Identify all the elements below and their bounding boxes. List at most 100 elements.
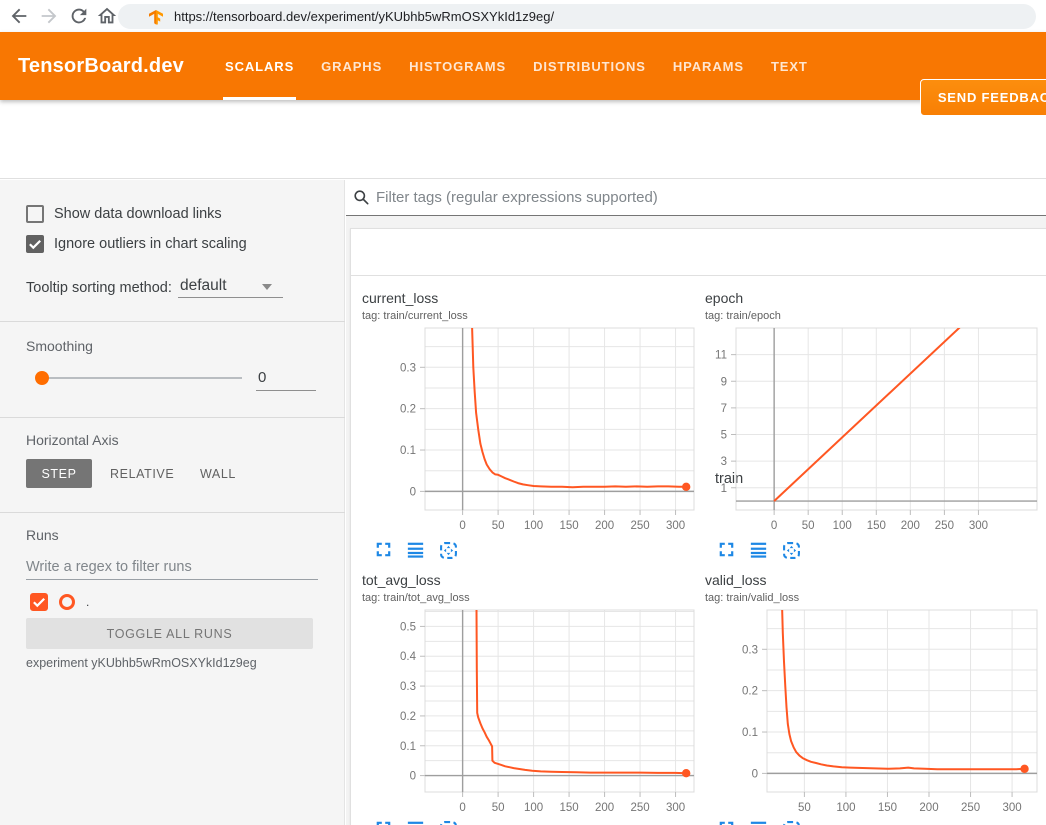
svg-text:200: 200 — [595, 802, 614, 814]
ignore-outliers-checkbox[interactable]: Ignore outliers in chart scaling — [26, 235, 247, 253]
send-feedback-button[interactable]: SEND FEEDBACK — [920, 79, 1046, 116]
tab-scalars[interactable]: SCALARS — [225, 32, 294, 100]
run-checkbox-icon[interactable] — [30, 593, 48, 611]
svg-text:0.4: 0.4 — [400, 651, 417, 663]
log-scale-icon[interactable] — [407, 541, 424, 560]
runs-label: Runs — [26, 527, 59, 543]
svg-text:0: 0 — [410, 486, 416, 498]
fullscreen-expand-icon[interactable] — [375, 820, 392, 825]
axis-wall-button[interactable]: WALL — [200, 467, 236, 481]
tooltip-sorting-select[interactable]: default — [180, 277, 227, 295]
log-scale-icon[interactable] — [750, 541, 767, 560]
chart-card: current_loss tag: train/current_loss 050… — [362, 290, 700, 538]
divider — [0, 512, 345, 513]
tooltip-sorting-label: Tooltip sorting method: — [26, 280, 172, 296]
divider — [0, 417, 345, 418]
chart-title: current_loss — [362, 290, 700, 306]
svg-text:0.3: 0.3 — [742, 644, 758, 656]
input-underline — [26, 579, 318, 580]
svg-text:250: 250 — [630, 802, 649, 814]
fit-domain-icon[interactable] — [439, 541, 458, 560]
tab-text[interactable]: TEXT — [771, 32, 808, 100]
log-scale-icon[interactable] — [750, 820, 767, 825]
chart-tag: tag: train/tot_avg_loss — [362, 592, 700, 604]
svg-text:200: 200 — [901, 520, 920, 532]
svg-text:0.1: 0.1 — [742, 727, 758, 739]
chart-title: epoch — [705, 290, 1043, 306]
tab-histograms[interactable]: HISTOGRAMS — [409, 32, 506, 100]
reload-icon[interactable] — [68, 5, 90, 27]
svg-text:200: 200 — [919, 802, 938, 814]
svg-text:150: 150 — [559, 802, 578, 814]
axis-relative-button[interactable]: RELATIVE — [110, 467, 174, 481]
tab-graphs[interactable]: GRAPHS — [321, 32, 382, 100]
chart-toolbar — [375, 820, 458, 825]
chart-toolbar — [375, 541, 458, 560]
svg-text:50: 50 — [802, 520, 815, 532]
fit-domain-icon[interactable] — [782, 820, 801, 825]
fullscreen-expand-icon[interactable] — [718, 541, 735, 560]
train-section-header[interactable]: train — [350, 228, 1046, 276]
url-text: https://tensorboard.dev/experiment/yKUbh… — [174, 9, 554, 24]
svg-text:7: 7 — [721, 403, 727, 415]
svg-text:300: 300 — [666, 802, 685, 814]
axis-step-button[interactable]: STEP — [26, 459, 92, 488]
log-scale-icon[interactable] — [407, 820, 424, 825]
svg-text:100: 100 — [836, 802, 855, 814]
forward-arrow-icon[interactable] — [38, 5, 60, 27]
chart-tag: tag: train/valid_loss — [705, 592, 1043, 604]
address-bar[interactable]: https://tensorboard.dev/experiment/yKUbh… — [118, 4, 1036, 29]
fullscreen-expand-icon[interactable] — [718, 820, 735, 825]
run-row[interactable]: . — [30, 593, 89, 611]
svg-text:0.1: 0.1 — [400, 445, 416, 457]
smoothing-slider-thumb[interactable] — [35, 371, 49, 385]
svg-text:0.2: 0.2 — [742, 686, 758, 698]
svg-text:100: 100 — [524, 802, 543, 814]
toggle-all-runs-button[interactable]: TOGGLE ALL RUNS — [26, 618, 313, 649]
svg-text:5: 5 — [721, 430, 727, 442]
smoothing-slider-track[interactable] — [38, 377, 242, 379]
chart-card: valid_loss tag: train/valid_loss 5010015… — [705, 572, 1043, 820]
svg-text:200: 200 — [595, 520, 614, 532]
scalar-line-chart[interactable]: 05010015020025030000.10.20.3 — [362, 326, 700, 538]
svg-text:0.2: 0.2 — [400, 404, 416, 416]
smoothing-value-input[interactable]: 0 — [258, 369, 266, 386]
show-download-links-checkbox[interactable]: Show data download links — [26, 205, 222, 223]
svg-text:0.3: 0.3 — [400, 362, 416, 374]
divider — [0, 321, 345, 322]
checkbox-icon[interactable] — [26, 235, 44, 253]
input-underline — [256, 390, 316, 391]
scalar-line-chart[interactable]: 05010015020025030000.10.20.30.40.5 — [362, 608, 700, 820]
home-icon[interactable] — [96, 5, 118, 27]
svg-text:11: 11 — [715, 350, 727, 362]
tab-hparams[interactable]: HPARAMS — [673, 32, 744, 100]
settings-sidebar: Show data download links Ignore outliers… — [0, 180, 345, 825]
app-header: TensorBoard.dev SCALARS GRAPHS HISTOGRAM… — [0, 32, 1046, 100]
tag-filter-input[interactable]: Filter tags (regular expressions support… — [376, 189, 658, 206]
checkbox-icon[interactable] — [26, 205, 44, 223]
back-arrow-icon[interactable] — [8, 5, 30, 27]
chart-title: valid_loss — [705, 572, 1043, 588]
tab-distributions[interactable]: DISTRIBUTIONS — [533, 32, 646, 100]
svg-text:50: 50 — [492, 520, 505, 532]
horizontal-axis-label: Horizontal Axis — [26, 432, 119, 448]
svg-text:0.1: 0.1 — [400, 741, 416, 753]
scalar-line-chart[interactable]: 5010015020025030000.10.20.3 — [705, 608, 1043, 820]
svg-text:0: 0 — [410, 771, 416, 783]
svg-text:250: 250 — [630, 520, 649, 532]
svg-text:250: 250 — [935, 520, 954, 532]
fit-domain-icon[interactable] — [782, 541, 801, 560]
fit-domain-icon[interactable] — [439, 820, 458, 825]
experiment-title-bar: TDNN training for yesno with icefall — [0, 100, 1046, 179]
chart-toolbar — [718, 820, 801, 825]
svg-text:0.5: 0.5 — [400, 621, 416, 633]
experiment-id-text: experiment yKUbhb5wRmOSXYkId1z9eg — [26, 656, 257, 670]
svg-text:9: 9 — [721, 376, 727, 388]
chevron-down-icon[interactable] — [262, 284, 272, 290]
scalar-line-chart[interactable]: 0501001502002503001357911 — [705, 326, 1043, 538]
svg-text:0: 0 — [752, 768, 758, 780]
run-regex-input[interactable]: Write a regex to filter runs — [26, 559, 192, 575]
chart-tag: tag: train/epoch — [705, 310, 1043, 322]
svg-text:50: 50 — [492, 802, 505, 814]
fullscreen-expand-icon[interactable] — [375, 541, 392, 560]
